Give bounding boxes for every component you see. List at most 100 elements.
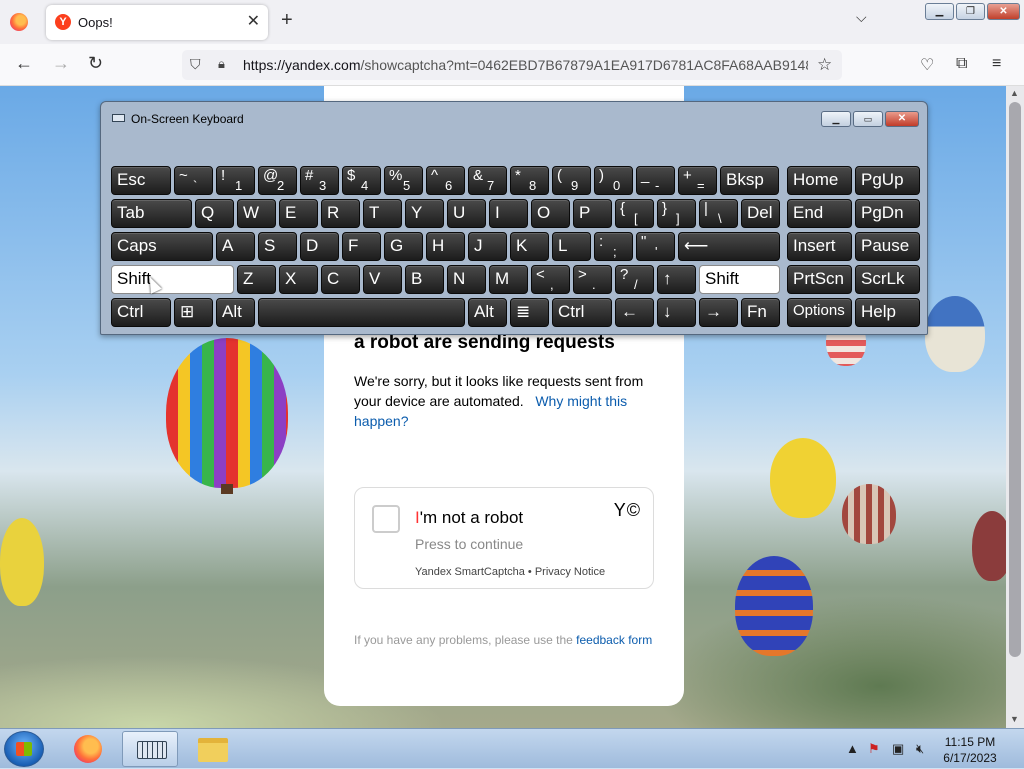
key-i[interactable]: I bbox=[489, 199, 528, 228]
bookmark-star-icon[interactable]: ☆ bbox=[817, 55, 832, 75]
lock-icon[interactable]: 🔒︎ bbox=[218, 56, 225, 72]
key-options[interactable]: Options bbox=[787, 298, 852, 327]
key-8[interactable]: * 8 bbox=[510, 166, 549, 195]
shield-icon[interactable]: ⛉ bbox=[190, 56, 201, 73]
key-space[interactable] bbox=[258, 298, 465, 327]
key-1[interactable]: ! 1 bbox=[216, 166, 255, 195]
taskbar-file-explorer[interactable] bbox=[184, 731, 240, 767]
key-pgdn[interactable]: PgDn bbox=[855, 199, 920, 228]
network-icon[interactable]: ▣ bbox=[892, 741, 904, 757]
minimize-button[interactable]: ▁ bbox=[925, 3, 954, 20]
key-symbol[interactable]: }] bbox=[657, 199, 696, 228]
key-symbol[interactable]: | \ bbox=[699, 199, 738, 228]
key-home[interactable]: Home bbox=[787, 166, 852, 195]
key-v[interactable]: V bbox=[363, 265, 402, 294]
key-5[interactable]: % 5 bbox=[384, 166, 423, 195]
key-scrlk[interactable]: ScrLk bbox=[855, 265, 920, 294]
captcha-checkbox[interactable] bbox=[372, 505, 400, 533]
key-bksp[interactable]: Bksp bbox=[720, 166, 779, 195]
volume-muted-icon[interactable]: 🔇︎ bbox=[916, 741, 924, 757]
key-z[interactable]: Z bbox=[237, 265, 276, 294]
vertical-scrollbar[interactable]: ▲ ▼ bbox=[1006, 86, 1024, 728]
key-symbol[interactable]: ? / bbox=[615, 265, 654, 294]
key-y[interactable]: Y bbox=[405, 199, 444, 228]
key-symbol[interactable]: → bbox=[699, 298, 738, 327]
maximize-button[interactable]: ❐ bbox=[956, 3, 985, 20]
key-ctrl[interactable]: Ctrl bbox=[111, 298, 171, 327]
key-p[interactable]: P bbox=[573, 199, 612, 228]
key-tab[interactable]: Tab bbox=[111, 199, 192, 228]
key-symbol[interactable]: + = bbox=[678, 166, 717, 195]
list-all-tabs-icon[interactable]: ⌵ bbox=[856, 9, 867, 26]
tab-oops[interactable]: Y Oops! ✕ bbox=[46, 5, 268, 40]
menu-icon[interactable]: ≡ bbox=[992, 55, 1001, 73]
key-shift[interactable]: Shift bbox=[699, 265, 780, 294]
key-n[interactable]: N bbox=[447, 265, 486, 294]
key-symbol[interactable]: ← bbox=[615, 298, 654, 327]
key-m[interactable]: M bbox=[489, 265, 528, 294]
key-menu[interactable]: ≣ bbox=[510, 298, 549, 327]
pocket-icon[interactable]: ♡ bbox=[920, 55, 934, 75]
key-d[interactable]: D bbox=[300, 232, 339, 261]
key-prtscn[interactable]: PrtScn bbox=[787, 265, 852, 294]
key-alt[interactable]: Alt bbox=[468, 298, 507, 327]
key-fn[interactable]: Fn bbox=[741, 298, 780, 327]
action-center-flag-icon[interactable]: ⚑ bbox=[868, 741, 880, 757]
scroll-up-icon[interactable]: ▲ bbox=[1010, 88, 1019, 98]
reload-icon[interactable]: ↻ bbox=[88, 53, 103, 74]
extensions-icon[interactable]: ⧉ bbox=[956, 55, 967, 73]
key-symbol[interactable]: <, bbox=[531, 265, 570, 294]
key-insert[interactable]: Insert bbox=[787, 232, 852, 261]
key-end[interactable]: End bbox=[787, 199, 852, 228]
key-7[interactable]: & 7 bbox=[468, 166, 507, 195]
forward-arrow-icon[interactable]: → bbox=[52, 53, 70, 74]
back-arrow-icon[interactable]: ← bbox=[15, 53, 33, 74]
key-h[interactable]: H bbox=[426, 232, 465, 261]
key-help[interactable]: Help bbox=[855, 298, 920, 327]
key-4[interactable]: $4 bbox=[342, 166, 381, 195]
key-2[interactable]: @2 bbox=[258, 166, 297, 195]
key-0[interactable]: ) 0 bbox=[594, 166, 633, 195]
key-e[interactable]: E bbox=[279, 199, 318, 228]
key-o[interactable]: O bbox=[531, 199, 570, 228]
key-u[interactable]: U bbox=[447, 199, 486, 228]
key-symbol[interactable]: " ' bbox=[636, 232, 675, 261]
key-k[interactable]: K bbox=[510, 232, 549, 261]
key-symbol[interactable]: ↓ bbox=[657, 298, 696, 327]
key-b[interactable]: B bbox=[405, 265, 444, 294]
key-j[interactable]: J bbox=[468, 232, 507, 261]
captcha-footer[interactable]: Yandex SmartCaptcha • Privacy Notice bbox=[415, 566, 605, 578]
key-g[interactable]: G bbox=[384, 232, 423, 261]
show-hidden-icons-icon[interactable]: ▲ bbox=[846, 741, 859, 756]
firefox-icon[interactable] bbox=[10, 13, 28, 31]
key-symbol[interactable]: {[ bbox=[615, 199, 654, 228]
close-window-button[interactable]: ✕ bbox=[987, 3, 1020, 20]
key-x[interactable]: X bbox=[279, 265, 318, 294]
key-q[interactable]: Q bbox=[195, 199, 234, 228]
key-l[interactable]: L bbox=[552, 232, 591, 261]
key-r[interactable]: R bbox=[321, 199, 360, 228]
key-symbol[interactable]: ~ ` bbox=[174, 166, 213, 195]
key-pgup[interactable]: PgUp bbox=[855, 166, 920, 195]
key-w[interactable]: W bbox=[237, 199, 276, 228]
url-bar[interactable]: ⛉ 🔒︎ https://yandex.com/showcaptcha?mt=0… bbox=[182, 50, 842, 80]
key-symbol[interactable]: :; bbox=[594, 232, 633, 261]
new-tab-button[interactable]: + bbox=[281, 9, 293, 32]
start-button[interactable] bbox=[4, 731, 44, 767]
key-9[interactable]: (9 bbox=[552, 166, 591, 195]
key-symbol[interactable]: _ - bbox=[636, 166, 675, 195]
url-text[interactable]: https://yandex.com/showcaptcha?mt=0462EB… bbox=[243, 57, 808, 73]
key-t[interactable]: T bbox=[363, 199, 402, 228]
key-f[interactable]: F bbox=[342, 232, 381, 261]
key-3[interactable]: #3 bbox=[300, 166, 339, 195]
key-symbol[interactable]: >. bbox=[573, 265, 612, 294]
captcha-widget[interactable]: I'm not a robot Press to continue Y© Yan… bbox=[354, 487, 654, 589]
key-windows[interactable]: ⊞ bbox=[174, 298, 213, 327]
key-shift[interactable]: Shift bbox=[111, 265, 234, 294]
key-c[interactable]: C bbox=[321, 265, 360, 294]
close-tab-icon[interactable]: ✕ bbox=[247, 11, 260, 31]
scroll-down-icon[interactable]: ▼ bbox=[1010, 714, 1019, 724]
key-esc[interactable]: Esc bbox=[111, 166, 171, 195]
key-symbol[interactable]: ↑ bbox=[657, 265, 696, 294]
key-6[interactable]: ^ 6 bbox=[426, 166, 465, 195]
